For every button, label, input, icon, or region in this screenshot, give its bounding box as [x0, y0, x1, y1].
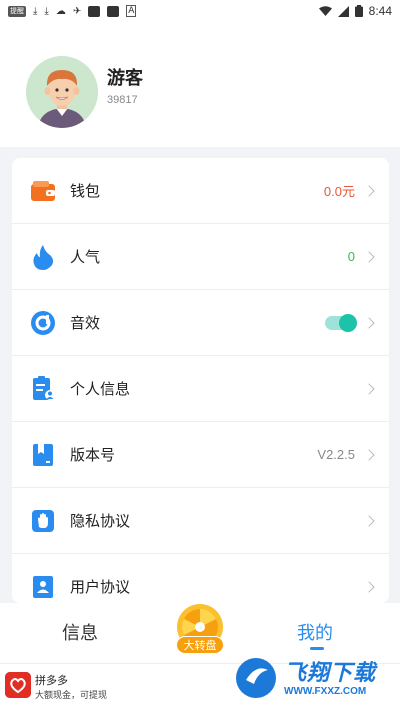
- chevron-right-icon: [363, 316, 375, 329]
- user-id: 39817: [107, 94, 138, 106]
- clock: 8:44: [368, 4, 392, 18]
- chevron-right-icon: [363, 580, 375, 593]
- chevron-right-icon: [363, 382, 375, 395]
- pinduoduo-logo-icon: [5, 672, 31, 698]
- sound-toggle[interactable]: [325, 313, 357, 332]
- cloud-icon: ☁: [55, 5, 66, 17]
- notification-badge: 提醒: [8, 5, 26, 17]
- menu-label: 音效: [70, 314, 101, 332]
- menu-label: 人气: [70, 248, 101, 266]
- android-icon: ✈: [72, 5, 82, 17]
- wifi-icon: [318, 5, 332, 16]
- menu-label: 个人信息: [70, 380, 131, 398]
- menu-item-personal-info[interactable]: 个人信息: [12, 356, 389, 422]
- a-icon: A: [126, 5, 137, 17]
- toggle-knob: [339, 313, 357, 332]
- popularity-value: 0: [347, 249, 355, 264]
- user-agreement-icon: [30, 574, 56, 600]
- battery-icon: [354, 5, 363, 17]
- menu-label: 钱包: [70, 182, 101, 200]
- menu-label: 版本号: [70, 446, 116, 464]
- signal-icon: [337, 5, 349, 17]
- wallet-balance: 0.0元: [323, 184, 355, 199]
- profile-doc-icon: [30, 375, 56, 402]
- version-value: V2.2.5: [317, 447, 355, 462]
- hand-icon: [30, 508, 56, 534]
- sound-icon: [30, 310, 56, 336]
- menu-label: 隐私协议: [70, 512, 131, 530]
- menu-item-sound[interactable]: 音效: [12, 290, 389, 356]
- menu-item-user-agreement[interactable]: 用户协议: [12, 554, 389, 603]
- flame-icon: [30, 244, 56, 270]
- menu-label: 用户协议: [70, 578, 131, 596]
- chevron-right-icon: [363, 184, 375, 197]
- chevron-right-icon: [363, 250, 375, 263]
- watermark-url: WWW.FXXZ.COM: [284, 686, 367, 697]
- user-name: 游客: [107, 68, 143, 89]
- avatar[interactable]: [26, 56, 98, 128]
- menu-item-privacy[interactable]: 隐私协议: [12, 488, 389, 554]
- menu-item-version[interactable]: 版本号 V2.2.5: [12, 422, 389, 488]
- ad-title: 拼多多: [35, 674, 68, 687]
- download-icon: ⤓: [33, 5, 38, 17]
- app-icon: [107, 5, 120, 17]
- menu-item-wallet[interactable]: 钱包 0.0元: [12, 158, 389, 224]
- download-icon: ⤓: [44, 5, 49, 17]
- watermark-text: 飞翔下载: [284, 661, 377, 686]
- tab-mine[interactable]: 我的: [297, 619, 333, 645]
- app-icon: [88, 5, 101, 17]
- chevron-right-icon: [363, 448, 375, 461]
- wallet-icon: [30, 178, 56, 204]
- tab-info[interactable]: 信息: [62, 619, 98, 645]
- status-bar: 提醒 ⤓ ⤓ ☁ ✈ A 8:44: [0, 0, 400, 22]
- lucky-wheel-label[interactable]: 大转盘: [176, 636, 224, 654]
- profile-header: 游客 39817: [0, 22, 400, 147]
- settings-list: 钱包 0.0元 人气 0 音效 个人信息 版本号 V2.2.5 隐私协议 用户协…: [12, 158, 389, 603]
- chevron-right-icon: [363, 514, 375, 527]
- bookmark-icon: [30, 442, 56, 468]
- menu-item-popularity[interactable]: 人气 0: [12, 224, 389, 290]
- ad-subtitle: 大额现金，可提现: [35, 691, 108, 701]
